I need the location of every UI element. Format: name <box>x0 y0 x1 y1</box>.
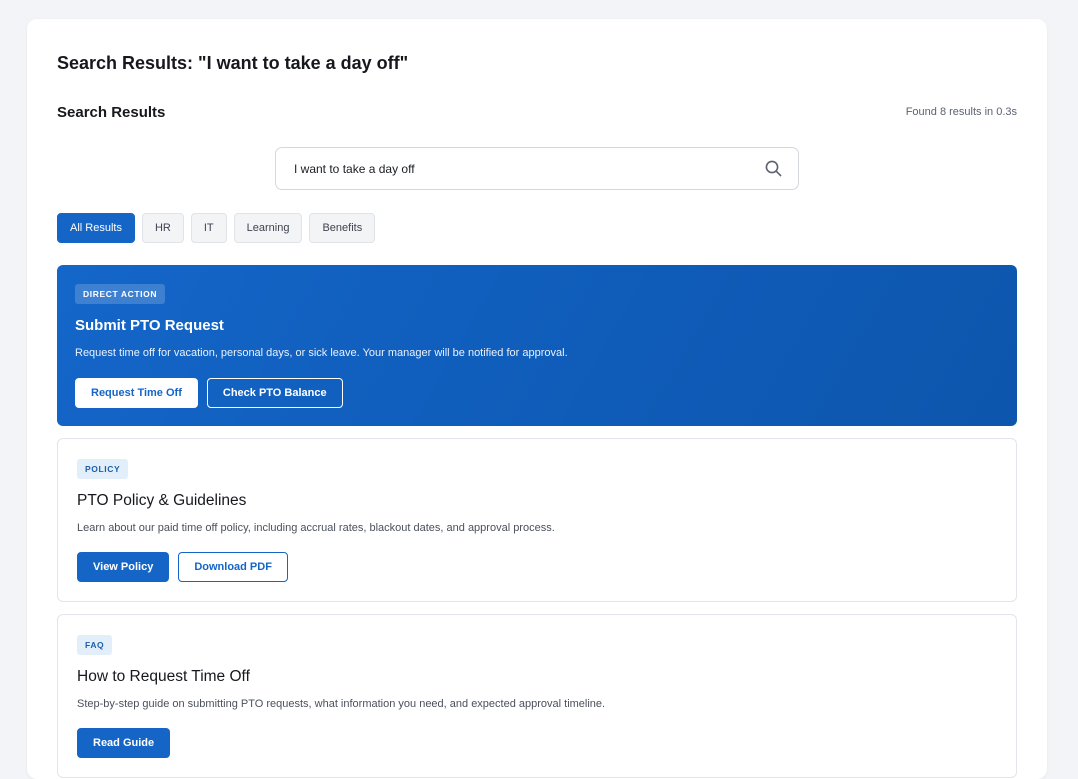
result-badge: POLICY <box>77 459 129 479</box>
result-actions: Request Time Off Check PTO Balance <box>75 378 343 408</box>
read-guide-button[interactable]: Read Guide <box>77 728 171 758</box>
results-section-title: Search Results <box>57 104 166 121</box>
tab-learning[interactable]: Learning <box>233 213 303 243</box>
page-title: Search Results: "I want to take a day of… <box>57 53 409 73</box>
result-badge: DIRECT ACTION <box>75 284 166 304</box>
download-pdf-button[interactable]: Download PDF <box>178 552 288 582</box>
check-pto-balance-button[interactable]: Check PTO Balance <box>206 378 343 408</box>
tab-hr[interactable]: HR <box>141 213 184 243</box>
result-actions: Read Guide <box>77 728 171 758</box>
tab-all-results[interactable]: All Results <box>57 213 135 243</box>
result-title[interactable]: Submit PTO Request <box>75 317 224 334</box>
result-description: Request time off for vacation, personal … <box>75 347 568 359</box>
result-card-direct-action: DIRECT ACTION Submit PTO Request Request… <box>57 265 1017 426</box>
result-card-policy: POLICY PTO Policy & Guidelines Learn abo… <box>57 438 1017 602</box>
tab-benefits[interactable]: Benefits <box>309 213 376 243</box>
tab-it[interactable]: IT <box>190 213 227 243</box>
request-time-off-button[interactable]: Request Time Off <box>75 378 198 408</box>
results-count: Found 8 results in 0.3s <box>905 106 1017 118</box>
view-policy-button[interactable]: View Policy <box>77 552 170 582</box>
result-description: Step-by-step guide on submitting PTO req… <box>77 698 606 710</box>
result-description: Learn about our paid time off policy, in… <box>77 522 555 534</box>
result-title[interactable]: PTO Policy & Guidelines <box>77 492 246 510</box>
category-tabs: All Results HR IT Learning Benefits <box>57 213 376 243</box>
search-input[interactable] <box>294 161 764 176</box>
result-card-faq: FAQ How to Request Time Off Step-by-step… <box>57 614 1017 778</box>
search-box[interactable] <box>275 147 799 190</box>
result-badge: FAQ <box>77 635 113 655</box>
search-icon[interactable] <box>764 160 782 178</box>
result-actions: View Policy Download PDF <box>77 552 288 582</box>
result-title[interactable]: How to Request Time Off <box>77 668 250 686</box>
search-results-panel: Search Results: "I want to take a day of… <box>27 19 1047 779</box>
